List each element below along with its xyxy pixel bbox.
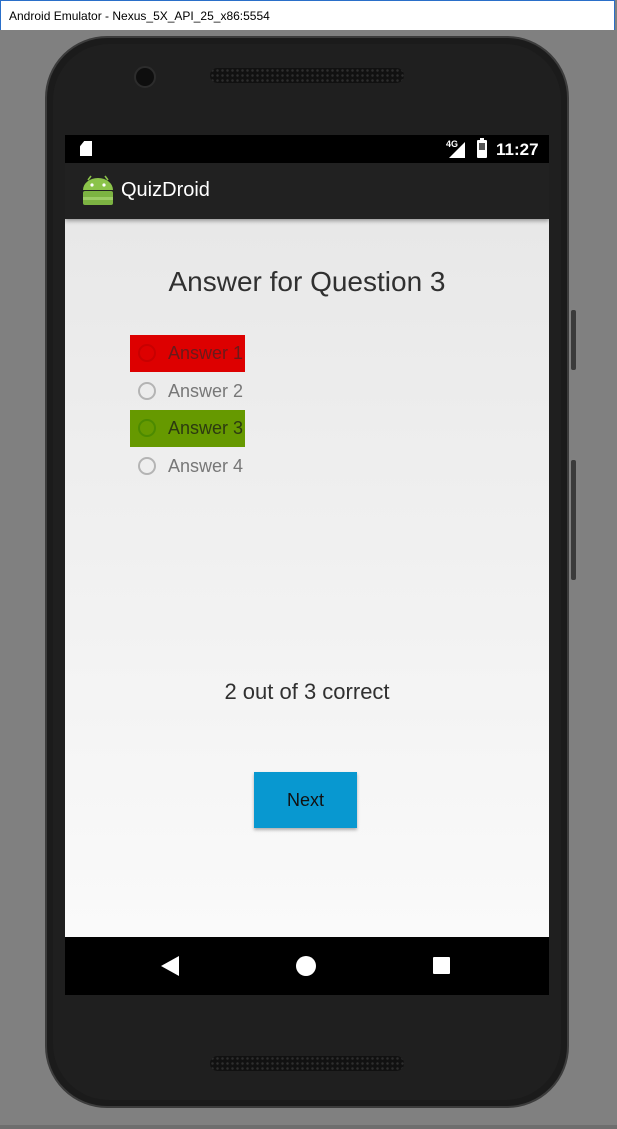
top-speaker [210,68,404,83]
back-icon[interactable] [161,956,179,976]
answer-radio-group: Answer 1 Answer 2 Answer 3 Answer 4 [130,335,245,485]
answer-label: Answer 1 [168,343,244,363]
window-title: Android Emulator - Nexus_5X_API_25_x86:5… [9,9,270,23]
next-button[interactable]: Next [254,772,357,828]
radio-button-icon[interactable] [138,456,156,475]
device-screen: 4G 11:27 QuizDroid Answer for Question 3… [65,135,549,995]
answer-label: Answer 2 [168,380,244,401]
score-text: 2 out of 3 correct [224,679,390,704]
navigation-bar [65,937,549,995]
home-icon[interactable] [296,956,316,976]
radio-button-icon[interactable] [138,344,156,362]
battery-icon [477,138,487,158]
action-bar: QuizDroid [65,163,549,219]
network-type: 4G [446,139,459,149]
app-title: QuizDroid [121,179,210,201]
recents-icon[interactable] [433,957,450,974]
radio-button-icon[interactable] [138,381,156,400]
bottom-speaker [210,1056,404,1071]
emulator-title-bar: Android Emulator - Nexus_5X_API_25_x86:5… [0,0,615,30]
window-bottom-edge [0,1125,617,1129]
answer-label: Answer 4 [168,455,244,476]
status-bar: 4G 11:27 [65,135,549,163]
status-time: 11:27 [496,140,539,159]
answer-option-2[interactable]: Answer 2 [130,373,245,410]
android-robot-icon [83,175,113,205]
sd-card-icon [80,141,92,156]
answer-option-4[interactable]: Answer 4 [130,448,245,485]
answer-option-3[interactable]: Answer 3 [130,410,245,447]
answer-label: Answer 3 [168,418,244,438]
front-camera [134,66,156,88]
answer-option-1[interactable]: Answer 1 [130,335,245,372]
volume-button[interactable] [571,460,576,580]
question-heading: Answer for Question 3 [168,266,446,297]
quiz-content: Answer for Question 3 Answer 1 Answer 2 … [65,219,549,937]
power-button[interactable] [571,310,576,370]
radio-button-icon[interactable] [138,419,156,437]
